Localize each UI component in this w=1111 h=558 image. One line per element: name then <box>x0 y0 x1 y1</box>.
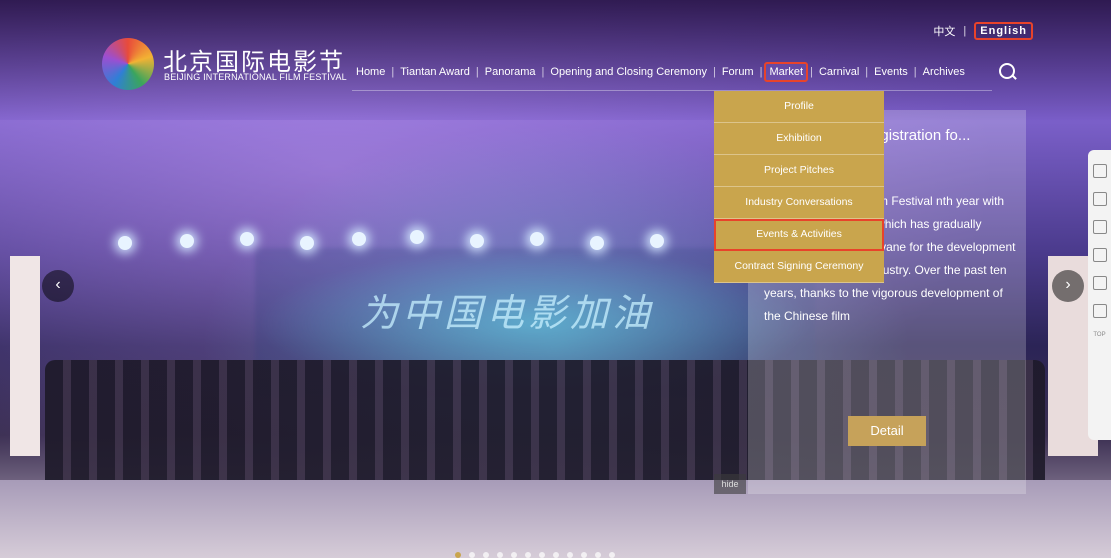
stage-light <box>240 232 254 246</box>
nav-item-tiantan-award[interactable]: Tiantan Award <box>396 66 474 78</box>
nav-separator: | <box>810 66 813 78</box>
toolbar-download-icon[interactable] <box>1092 304 1107 318</box>
stage-light <box>650 234 664 248</box>
carousel-dot[interactable] <box>567 552 573 558</box>
stage-slogan: 为中国电影加油 <box>360 291 655 335</box>
carousel-dot[interactable] <box>483 552 489 558</box>
toolbar-grid-icon[interactable] <box>1092 164 1107 178</box>
menu-item-industry-conversations[interactable]: Industry Conversations <box>714 187 884 219</box>
carousel-dot[interactable] <box>511 552 517 558</box>
stage-light <box>118 236 132 250</box>
menu-item-profile[interactable]: Profile <box>714 91 884 123</box>
carousel-next-icon[interactable]: › <box>1052 270 1084 302</box>
carousel-dot[interactable] <box>553 552 559 558</box>
nav-item-ceremony[interactable]: Opening and Closing Ceremony <box>546 66 711 78</box>
nav-item-forum[interactable]: Forum <box>718 66 758 78</box>
stage-light <box>300 236 314 250</box>
nav-separator: | <box>712 66 716 78</box>
main-nav: Home | Tiantan Award | Panorama | Openin… <box>352 62 969 82</box>
detail-button[interactable]: Detail <box>848 416 926 446</box>
toolbar-share-icon[interactable] <box>1092 192 1107 206</box>
nav-item-carnival[interactable]: Carnival <box>815 66 863 78</box>
nav-separator: | <box>913 66 917 78</box>
carousel-dot[interactable] <box>525 552 531 558</box>
language-switcher: 中文 | English <box>933 22 1033 40</box>
nav-separator: | <box>541 66 545 78</box>
carousel-dot[interactable] <box>609 552 615 558</box>
nav-item-market[interactable]: Market <box>764 62 809 82</box>
nav-separator: | <box>759 66 763 78</box>
nav-separator: | <box>391 66 395 78</box>
nav-item-archives[interactable]: Archives <box>919 66 969 78</box>
logo-title-en[interactable]: BEIJING INTERNATIONAL FILM FESTIVAL <box>164 72 347 82</box>
menu-item-contract-signing[interactable]: Contract Signing Ceremony <box>714 251 884 283</box>
floating-toolbar: TOP <box>1088 150 1111 440</box>
carousel-prev-icon[interactable]: ‹ <box>42 270 74 302</box>
stage-light <box>410 230 424 244</box>
lang-english-link[interactable]: English <box>974 22 1033 40</box>
lang-chinese-link[interactable]: 中文 <box>933 23 955 39</box>
carousel-dot[interactable] <box>581 552 587 558</box>
nav-divider <box>352 90 992 91</box>
toolbar-top-icon[interactable]: TOP <box>1088 332 1111 344</box>
stage-light <box>530 232 544 246</box>
carousel-dot[interactable] <box>595 552 601 558</box>
nav-separator: | <box>865 66 869 78</box>
lang-separator: | <box>963 25 967 37</box>
stage-light <box>180 234 194 248</box>
toolbar-settings-icon[interactable] <box>1092 276 1107 290</box>
nav-item-home[interactable]: Home <box>352 66 389 78</box>
toolbar-speaker-icon[interactable] <box>1092 220 1107 234</box>
menu-item-exhibition[interactable]: Exhibition <box>714 123 884 155</box>
market-dropdown-menu: Profile Exhibition Project Pitches Indus… <box>714 91 884 283</box>
menu-item-project-pitches[interactable]: Project Pitches <box>714 155 884 187</box>
menu-item-events-activities[interactable]: Events & Activities <box>714 219 884 251</box>
carousel-dot[interactable] <box>497 552 503 558</box>
nav-item-events[interactable]: Events <box>870 66 912 78</box>
carousel-dot[interactable] <box>455 552 461 558</box>
carousel-dot[interactable] <box>539 552 545 558</box>
nav-separator: | <box>475 66 479 78</box>
side-board-left <box>10 256 40 456</box>
stage-light <box>470 234 484 248</box>
stage-light <box>352 232 366 246</box>
hide-panel-button[interactable]: hide <box>714 474 746 494</box>
carousel-dots <box>455 552 615 558</box>
stage-light <box>590 236 604 250</box>
festival-logo-icon[interactable] <box>102 38 154 90</box>
carousel-dot[interactable] <box>469 552 475 558</box>
search-icon[interactable] <box>999 63 1015 79</box>
toolbar-expand-icon[interactable] <box>1092 248 1107 262</box>
nav-item-panorama[interactable]: Panorama <box>481 66 540 78</box>
